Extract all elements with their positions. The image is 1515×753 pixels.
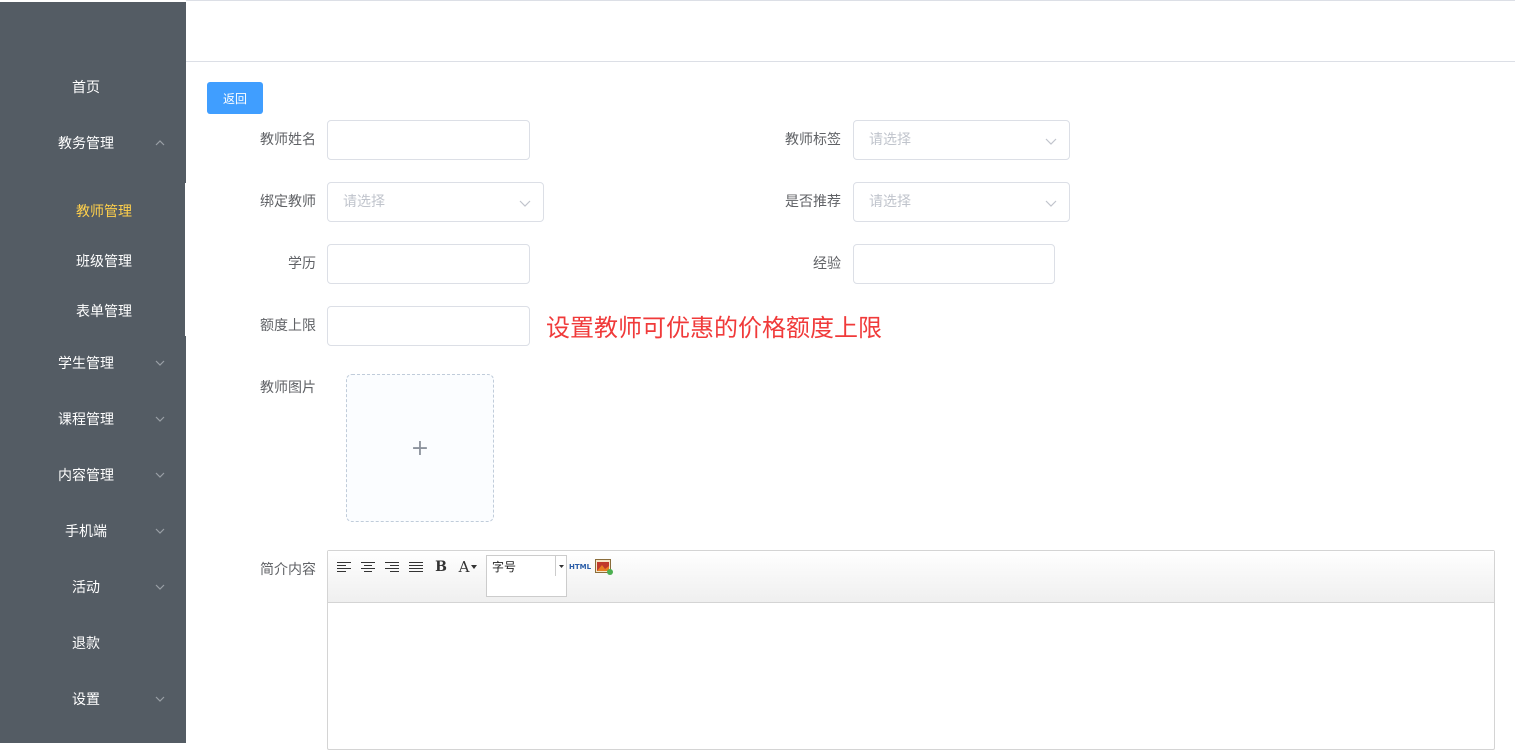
- experience-input[interactable]: [853, 244, 1055, 284]
- insert-image-icon[interactable]: [594, 557, 614, 577]
- submenu: 教师管理 班级管理 表单管理: [0, 183, 186, 336]
- teacher-tag-select[interactable]: 请选择: [853, 120, 1070, 160]
- teacher-image-label: 教师图片: [260, 380, 316, 396]
- sidebar-item-label: 内容管理: [58, 468, 114, 484]
- chevron-down-icon: [155, 584, 165, 590]
- sidebar-item-label: 设置: [72, 692, 100, 708]
- sidebar-item-label: 教务管理: [58, 136, 114, 152]
- font-color-icon[interactable]: A: [455, 557, 481, 577]
- chevron-down-icon: [1045, 200, 1057, 207]
- sidebar-item-label: 退款: [72, 636, 100, 652]
- chevron-down-icon: [155, 416, 165, 422]
- sidebar-item-courses[interactable]: 课程管理: [0, 391, 186, 447]
- dropdown-arrow-icon: [555, 556, 566, 576]
- select-placeholder: 请选择: [869, 132, 911, 148]
- bind-teacher-select[interactable]: 请选择: [327, 182, 544, 222]
- chevron-down-icon: [519, 200, 531, 207]
- sidebar-item-label: 活动: [72, 580, 100, 596]
- sidebar-subitem-form[interactable]: 表单管理: [0, 286, 186, 336]
- chevron-up-icon: [155, 140, 165, 146]
- recommend-label: 是否推荐: [785, 194, 841, 210]
- align-right-icon[interactable]: [382, 557, 402, 577]
- sidebar-subitem-label: 教师管理: [76, 204, 132, 220]
- align-left-icon[interactable]: [334, 557, 354, 577]
- sidebar-item-academic[interactable]: 教务管理: [0, 115, 186, 171]
- chevron-down-icon: [155, 696, 165, 702]
- sidebar-subitem-label: 班级管理: [76, 254, 132, 270]
- sidebar-item-label: 学生管理: [58, 356, 114, 372]
- rich-text-editor: B A 字号 HTML: [327, 550, 1495, 750]
- chevron-down-icon: [155, 360, 165, 366]
- chevron-down-icon: [1045, 138, 1057, 145]
- chevron-down-icon: [155, 472, 165, 478]
- select-placeholder: 请选择: [869, 194, 911, 210]
- sidebar-item-refund[interactable]: 退款: [0, 615, 186, 671]
- sidebar-item-label: 课程管理: [58, 412, 114, 428]
- sidebar: 首页 教务管理 教师管理 班级管理 表单管理 学生管理 课程管理 内容管理 手机…: [0, 2, 186, 743]
- sidebar-item-settings[interactable]: 设置: [0, 671, 186, 727]
- image-uploader[interactable]: +: [346, 374, 494, 522]
- sidebar-subitem-teacher[interactable]: 教师管理: [0, 186, 186, 236]
- education-input[interactable]: [327, 244, 530, 284]
- font-size-label: 字号: [492, 560, 517, 574]
- font-size-select[interactable]: 字号: [486, 555, 567, 597]
- sidebar-subitem-label: 表单管理: [76, 304, 132, 320]
- recommend-select[interactable]: 请选择: [853, 182, 1070, 222]
- back-button[interactable]: 返回: [207, 82, 263, 114]
- intro-label: 简介内容: [260, 562, 316, 578]
- sidebar-item-label: 手机端: [65, 524, 107, 540]
- editor-content-area[interactable]: [328, 603, 1494, 753]
- bold-icon[interactable]: B: [431, 557, 451, 577]
- sidebar-subitem-class[interactable]: 班级管理: [0, 236, 186, 286]
- html-source-icon[interactable]: HTML: [569, 557, 591, 577]
- teacher-name-input[interactable]: [327, 120, 530, 160]
- limit-annotation: 设置教师可优惠的价格额度上限: [546, 314, 882, 342]
- education-label: 学历: [288, 256, 316, 272]
- experience-label: 经验: [813, 256, 841, 272]
- select-placeholder: 请选择: [343, 194, 385, 210]
- bind-teacher-label: 绑定教师: [260, 194, 316, 210]
- chevron-down-icon: [155, 528, 165, 534]
- teacher-name-label: 教师姓名: [260, 132, 316, 148]
- sidebar-item-home[interactable]: 首页: [0, 59, 186, 115]
- editor-toolbar: B A 字号 HTML: [328, 551, 1494, 603]
- sidebar-item-content[interactable]: 内容管理: [0, 447, 186, 503]
- limit-label: 额度上限: [260, 318, 316, 334]
- align-justify-icon[interactable]: [406, 557, 426, 577]
- plus-icon: +: [410, 435, 430, 461]
- sidebar-item-label: 首页: [72, 80, 100, 96]
- sidebar-item-students[interactable]: 学生管理: [0, 335, 186, 391]
- font-color-glyph: A: [458, 558, 470, 576]
- header-bar: [186, 0, 1515, 62]
- sidebar-item-mobile[interactable]: 手机端: [0, 503, 186, 559]
- align-center-icon[interactable]: [358, 557, 378, 577]
- teacher-tag-label: 教师标签: [785, 132, 841, 148]
- limit-input[interactable]: [327, 306, 530, 346]
- sidebar-item-activity[interactable]: 活动: [0, 559, 186, 615]
